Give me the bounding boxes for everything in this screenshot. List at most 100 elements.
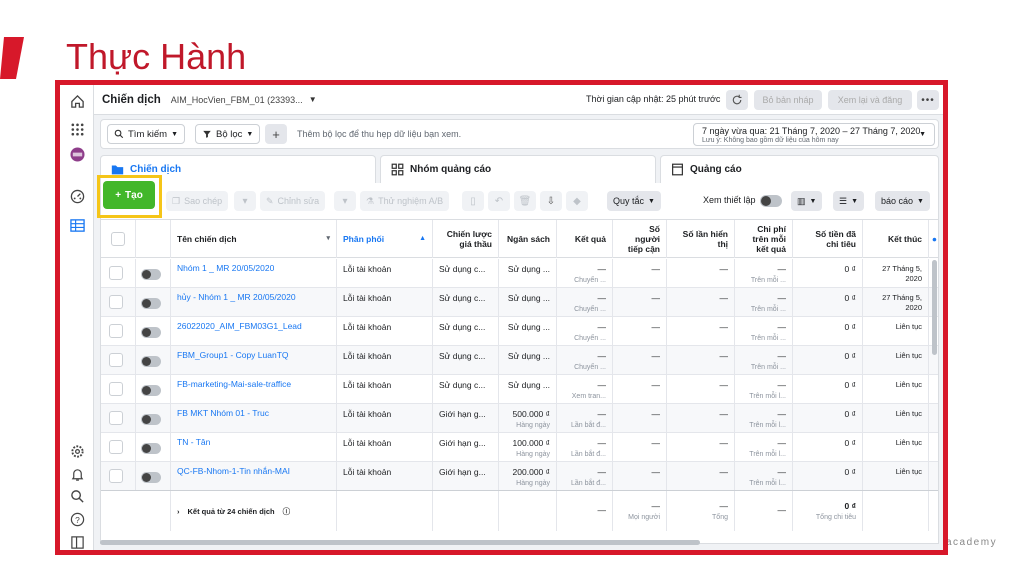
column-header-delivery[interactable]: Phân phối ▲	[337, 220, 433, 258]
row-checkbox[interactable]	[109, 295, 123, 309]
filter-dropdown[interactable]: Bộ lọc ▼	[195, 124, 261, 144]
campaign-on-off-toggle[interactable]	[141, 356, 161, 367]
sort-ascending-icon[interactable]: ▲	[419, 234, 426, 244]
cell-value: —	[597, 350, 607, 361]
info-icon[interactable]: ⓘ	[283, 506, 291, 517]
campaign-name-link[interactable]: QC-FB-Nhom-1-Tin nhắn-MAI	[177, 466, 290, 476]
columns-dropdown[interactable]: ▥ ▼	[791, 191, 823, 211]
more-options-icon[interactable]: •••	[917, 90, 939, 110]
notifications-bell-icon[interactable]	[69, 466, 85, 482]
row-checkbox[interactable]	[109, 266, 123, 280]
table-view-icon[interactable]	[69, 217, 85, 233]
vertical-scrollbar[interactable]	[932, 260, 937, 355]
cell-bid-strategy: Giới hạn g...	[433, 433, 499, 462]
totals-value: 0 ₫	[844, 501, 856, 511]
cell-value: —	[719, 467, 729, 477]
row-checkbox[interactable]	[109, 469, 123, 483]
home-icon[interactable]	[69, 93, 85, 109]
campaign-on-off-toggle[interactable]	[141, 472, 161, 483]
view-setup-toggle[interactable]	[760, 195, 782, 207]
filter-placeholder[interactable]: Thêm bộ lọc để thu hẹp dữ liệu bạn xem.	[297, 129, 461, 139]
edit-caret-icon[interactable]: ▾	[334, 191, 356, 211]
campaign-name-link[interactable]: Nhóm 1 _ MR 20/05/2020	[177, 263, 274, 273]
tab-ads[interactable]: Quảng cáo	[660, 155, 939, 183]
table-row[interactable]: FB MKT Nhóm 01 - Truc Lỗi tài khoản Giới h…	[101, 404, 938, 433]
table-row[interactable]: 26022020_AIM_FBM03G1_Lead Lỗi tài khoản Sử…	[101, 317, 938, 346]
campaign-name-link[interactable]: hủy - Nhóm 1 _ MR 20/05/2020	[177, 292, 296, 302]
date-range-picker[interactable]: 7 ngày vừa qua: 21 Tháng 7, 2020 – 27 Th…	[693, 123, 935, 146]
review-publish-button[interactable]: Xem lại và đăng	[828, 90, 912, 110]
totals-value: —	[719, 501, 729, 511]
expand-chevron-icon[interactable]: ›	[177, 507, 180, 516]
help-icon[interactable]: ?	[69, 511, 85, 527]
rules-dropdown[interactable]: Quy tắc ▼	[607, 191, 661, 211]
column-header-bid-strategy[interactable]: Chiến lược giá thầu	[433, 220, 499, 258]
row-checkbox[interactable]	[109, 411, 123, 425]
add-column-icon[interactable]: ●	[929, 220, 938, 258]
edit-button[interactable]: ✎ Chỉnh sửa	[260, 191, 326, 211]
account-avatar-icon[interactable]	[69, 146, 85, 162]
column-header-name[interactable]: Tên chiến dịch ▾	[171, 220, 337, 258]
campaign-name-link[interactable]: FBM_Group1 - Copy LuanTQ	[177, 350, 289, 360]
settings-gear-icon[interactable]	[69, 443, 85, 459]
campaign-on-off-toggle[interactable]	[141, 298, 161, 309]
table-row[interactable]: QC-FB-Nhom-1-Tin nhắn-MAI Lỗi tài khoản Gi…	[101, 462, 938, 491]
cell-select	[101, 375, 136, 404]
column-header-ends[interactable]: Kết thúc	[863, 220, 929, 258]
campaign-on-off-toggle[interactable]	[141, 385, 161, 396]
select-all-checkbox[interactable]	[111, 232, 125, 246]
export-icon[interactable]: ⇩	[540, 191, 562, 211]
search-icon[interactable]	[69, 488, 85, 504]
cell-results: — Chuyển ...	[557, 288, 613, 317]
breakdown-dropdown[interactable]: ☰ ▼	[833, 191, 865, 211]
horizontal-scrollbar[interactable]	[100, 540, 700, 545]
cell-bid-strategy: Giới hạn g...	[433, 462, 499, 491]
undo-icon[interactable]: ↶	[488, 191, 510, 211]
discard-drafts-button[interactable]: Bỏ bản nháp	[754, 90, 822, 110]
ab-test-button[interactable]: ⚗ Thử nghiệm A/B	[360, 191, 450, 211]
table-row[interactable]: FB-marketing-Mai-sale-traffice Lỗi tài kh…	[101, 375, 938, 404]
cell-delivery: Lỗi tài khoản	[337, 317, 433, 346]
grid-menu-icon[interactable]	[69, 121, 85, 137]
campaign-on-off-toggle[interactable]	[141, 443, 161, 454]
duplicate-caret-icon[interactable]: ▾	[234, 191, 256, 211]
trash-outline-icon[interactable]: ▯	[462, 191, 484, 211]
column-header-amount-spent[interactable]: Số tiền đã chi tiêu	[793, 220, 863, 258]
column-header-budget[interactable]: Ngân sách	[499, 220, 557, 258]
add-filter-button[interactable]: +	[265, 124, 287, 144]
tab-ad-sets[interactable]: Nhóm quảng cáo	[380, 155, 656, 183]
row-checkbox[interactable]	[109, 324, 123, 338]
row-checkbox[interactable]	[109, 440, 123, 454]
sort-caret-icon[interactable]: ▾	[326, 234, 330, 244]
campaign-name-link[interactable]: FB MKT Nhóm 01 - Truc	[177, 408, 269, 418]
tag-icon[interactable]: ◆	[566, 191, 588, 211]
campaign-name-link[interactable]: TN - Tân	[177, 437, 210, 447]
dashboard-gauge-icon[interactable]	[69, 188, 85, 204]
table-row[interactable]: Nhóm 1 _ MR 20/05/2020 Lỗi tài khoản Sử dụ…	[101, 259, 938, 288]
row-checkbox[interactable]	[109, 382, 123, 396]
column-header-cost-per-result[interactable]: Chi phí trên mỗi kết quả	[735, 220, 793, 258]
cell-amount-spent: 0 ₫	[793, 404, 863, 433]
duplicate-button[interactable]: ❐ Sao chép	[166, 191, 229, 211]
delete-icon[interactable]: 🗑	[514, 191, 536, 211]
search-dropdown[interactable]: Tìm kiếm ▼	[107, 124, 185, 144]
row-checkbox[interactable]	[109, 353, 123, 367]
panel-toggle-icon[interactable]	[69, 534, 85, 550]
cell-value: —	[777, 437, 787, 448]
column-header-results[interactable]: Kết quả	[557, 220, 613, 258]
account-selector[interactable]: AIM_HocVien_FBM_01 (23393...	[171, 95, 303, 105]
table-row[interactable]: TN - Tân Lỗi tài khoản Giới hạn g... 100.00…	[101, 433, 938, 462]
column-header-impressions[interactable]: Số lần hiển thị	[667, 220, 735, 258]
campaign-name-link[interactable]: FB-marketing-Mai-sale-traffice	[177, 379, 291, 389]
caret-down-icon[interactable]: ▼	[309, 95, 317, 104]
table-row[interactable]: FBM_Group1 - Copy LuanTQ Lỗi tài khoản Sử …	[101, 346, 938, 375]
table-row[interactable]: hủy - Nhóm 1 _ MR 20/05/2020 Lỗi tài khoả…	[101, 288, 938, 317]
create-button[interactable]: + Tạo	[103, 181, 155, 209]
reports-dropdown[interactable]: báo cáo ▼	[875, 191, 930, 211]
campaign-on-off-toggle[interactable]	[141, 414, 161, 425]
campaign-on-off-toggle[interactable]	[141, 269, 161, 280]
column-header-reach[interactable]: Số người tiếp cận	[613, 220, 667, 258]
campaign-on-off-toggle[interactable]	[141, 327, 161, 338]
campaign-name-link[interactable]: 26022020_AIM_FBM03G1_Lead	[177, 321, 302, 331]
refresh-button[interactable]	[726, 90, 748, 110]
